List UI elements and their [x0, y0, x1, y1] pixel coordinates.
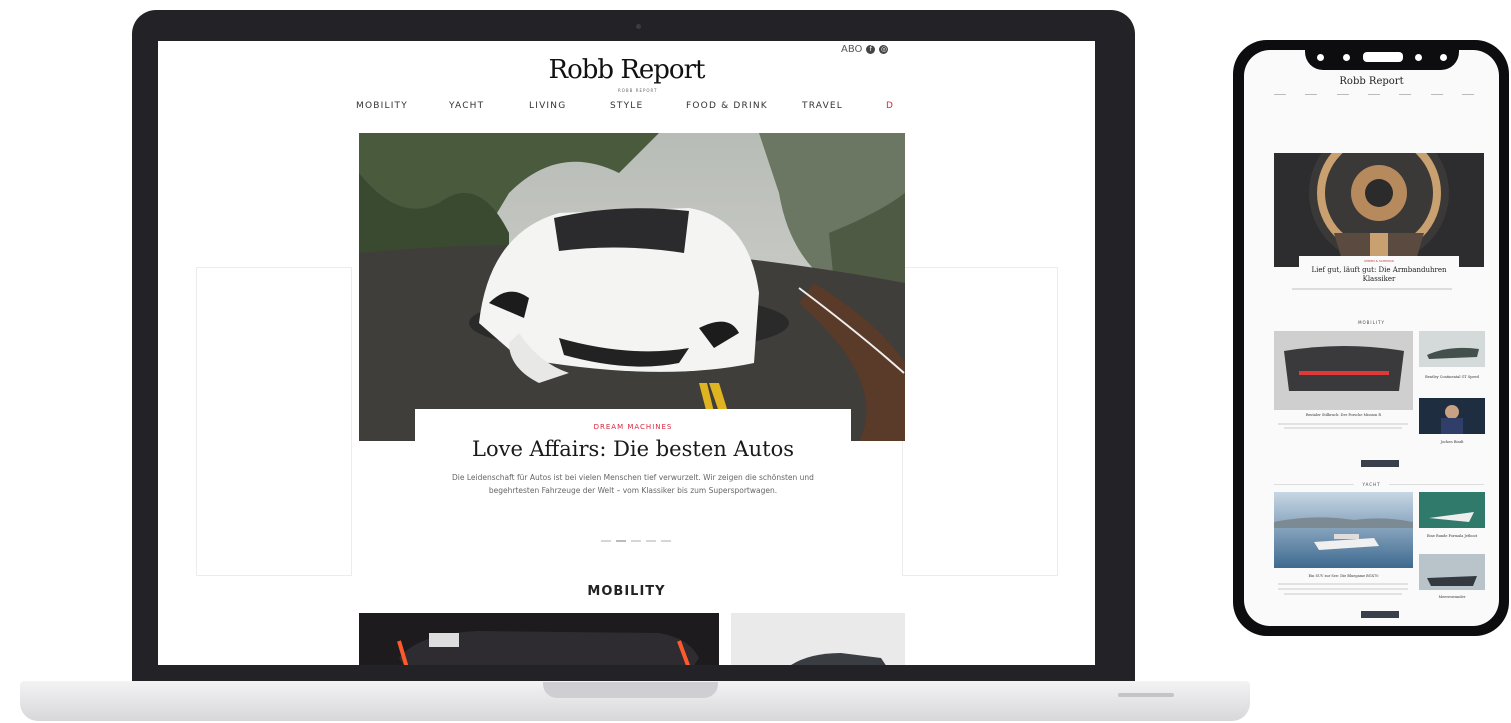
- laptop-notch: [543, 682, 718, 698]
- mobile-mobility-main-caption[interactable]: Brutaler Stilbruch: Der Porsche Mission …: [1274, 413, 1413, 418]
- nav-item-living[interactable]: LIVING: [529, 101, 566, 111]
- mobile-text-line: [1284, 427, 1402, 429]
- mobile-hero-kicker: UHREN & SCHMUCK: [1363, 259, 1395, 263]
- instagram-icon[interactable]: ◎: [879, 45, 889, 54]
- mobile-text-line: [1278, 588, 1408, 590]
- phone-notch: [1305, 40, 1459, 70]
- carousel-dots: [601, 540, 671, 542]
- hero-teaser: Die Leidenschaft für Autos ist bei viele…: [452, 473, 814, 495]
- hero-image[interactable]: [359, 133, 905, 441]
- utility-bar: ABO f ◎: [841, 44, 889, 55]
- facebook-icon[interactable]: f: [866, 45, 876, 54]
- carousel-dot[interactable]: [661, 540, 671, 542]
- carousel-dot-active[interactable]: [616, 540, 626, 542]
- mobile-yacht-main-caption[interactable]: Ein SUV zur See: Die Bluegame BGX70: [1274, 574, 1413, 579]
- mobility-thumbnail-main[interactable]: [359, 613, 719, 665]
- mobile-text-line: [1278, 583, 1408, 585]
- mobile-section-mobility: MOBILITY: [1358, 320, 1385, 325]
- carousel-dot[interactable]: [601, 540, 611, 542]
- main-nav: MOBILITY YACHT LIVING STYLE FOOD & DRINK…: [356, 101, 896, 115]
- hero-card[interactable]: DREAM MACHINES Love Affairs: Die besten …: [415, 409, 851, 529]
- nav-item-more[interactable]: D: [886, 101, 894, 111]
- mobile-more-button[interactable]: [1361, 611, 1399, 618]
- camera-icon: [636, 24, 641, 29]
- mobile-yacht-main-image[interactable]: [1274, 492, 1413, 568]
- logo-subtitle: ROBB REPORT: [618, 88, 658, 93]
- nav-item-yacht[interactable]: YACHT: [449, 101, 484, 111]
- laptop-screen: Robb Report ROBB REPORT ABO f ◎ MOBILITY…: [158, 41, 1095, 665]
- mobile-yacht-side-caption-2[interactable]: Meereswunder: [1419, 595, 1485, 600]
- carousel-dot[interactable]: [646, 540, 656, 542]
- ad-slot-right: [902, 267, 1058, 576]
- login-link[interactable]: ABO: [841, 44, 862, 55]
- mobile-more-button[interactable]: [1361, 460, 1399, 467]
- mobile-yacht-side-image-1[interactable]: [1419, 492, 1485, 528]
- sensor-icon: [1343, 54, 1350, 61]
- mobile-site-logo[interactable]: Robb Report: [1244, 76, 1499, 87]
- speaker-icon: [1363, 52, 1403, 62]
- laptop-foot: [1118, 693, 1174, 697]
- divider: [1389, 484, 1484, 485]
- mobile-text-line: [1278, 423, 1408, 425]
- mobile-mobility-side-caption-2[interactable]: Jochen Rindt: [1419, 440, 1485, 445]
- mobile-hero-headline[interactable]: Lief gut, läuft gut: Die Armbanduhren Kl…: [1299, 266, 1459, 284]
- mobile-mobility-main-image[interactable]: [1274, 331, 1413, 410]
- mobile-hero-card[interactable]: UHREN & SCHMUCK Lief gut, läuft gut: Die…: [1299, 256, 1459, 296]
- mobile-yacht-side-image-2[interactable]: [1419, 554, 1485, 590]
- camera-icon: [1415, 54, 1422, 61]
- mobile-hero-teaser: [1292, 288, 1452, 290]
- sensor-icon: [1317, 54, 1324, 61]
- hero-headline[interactable]: Love Affairs: Die besten Autos: [415, 437, 851, 461]
- nav-item-mobility[interactable]: MOBILITY: [356, 101, 408, 111]
- section-title-mobility: MOBILITY: [587, 584, 666, 599]
- mobile-nav: [1274, 94, 1474, 96]
- mobile-yacht-side-caption-1[interactable]: Eine Runde Formula Jetboot: [1419, 534, 1485, 539]
- phone-screen: Robb Report UHREN & SCHMUCK Lief gut, lä…: [1244, 50, 1499, 626]
- mobile-text-line: [1284, 593, 1402, 595]
- ad-slot-left: [196, 267, 352, 576]
- site-logo[interactable]: Robb Report: [158, 55, 1095, 85]
- mobile-mobility-side-caption-1[interactable]: Bentley Continental GT Speed: [1419, 375, 1485, 380]
- mobility-thumbnail-side[interactable]: [731, 613, 905, 665]
- mobile-mobility-side-image-2[interactable]: [1419, 398, 1485, 434]
- carousel-dot[interactable]: [631, 540, 641, 542]
- nav-item-style[interactable]: STYLE: [610, 101, 643, 111]
- mobile-mobility-side-image-1[interactable]: [1419, 331, 1485, 367]
- sensor-icon: [1440, 54, 1447, 61]
- nav-item-food-drink[interactable]: FOOD & DRINK: [686, 101, 768, 111]
- nav-item-travel[interactable]: TRAVEL: [802, 101, 843, 111]
- mobile-hero-image[interactable]: [1274, 153, 1484, 267]
- hero-kicker: DREAM MACHINES: [593, 423, 673, 431]
